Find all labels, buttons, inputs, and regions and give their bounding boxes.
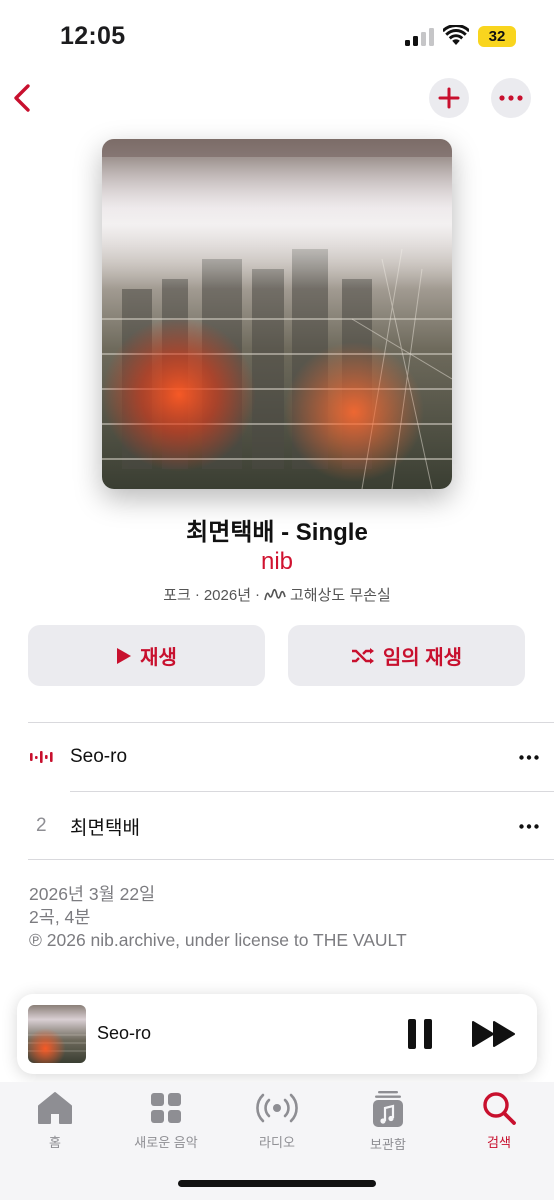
mini-player-artwork (28, 1005, 86, 1063)
track-title: 최면택배 (70, 817, 140, 839)
play-button-label: 재생 (140, 647, 177, 669)
tab-label: 보관함 (370, 1137, 406, 1152)
tab-search[interactable]: 검색 (444, 1090, 554, 1151)
shuffle-button-label: 임의 재생 (382, 647, 463, 669)
home-indicator[interactable] (178, 1180, 376, 1187)
shuffle-button[interactable]: 임의 재생 (288, 625, 525, 686)
search-icon (483, 1092, 516, 1125)
divider (28, 859, 554, 860)
battery-indicator: 32 (478, 26, 516, 47)
meta-separator: · (194, 586, 200, 603)
status-time: 12:05 (60, 22, 126, 50)
track-row[interactable]: 2 최면택배 (28, 792, 554, 860)
ellipsis-icon (519, 823, 539, 829)
track-more-button[interactable] (504, 811, 554, 841)
track-row[interactable]: Seo-ro (28, 723, 554, 791)
album-metadata: 포크 · 2026년 · 고해상도 무손실 (0, 584, 554, 605)
play-button[interactable]: 재생 (28, 625, 265, 686)
ellipsis-icon (519, 754, 539, 760)
next-track-icon[interactable] (471, 1019, 517, 1049)
add-to-library-button[interactable] (429, 78, 469, 118)
now-playing-indicator (28, 750, 70, 764)
tab-label: 검색 (487, 1135, 511, 1150)
track-more-button[interactable] (504, 742, 554, 772)
library-icon (373, 1091, 403, 1127)
tab-label: 라디오 (259, 1135, 295, 1150)
plus-icon (438, 87, 460, 109)
release-date: 2026년 3월 22일 (29, 884, 156, 904)
tab-label: 홈 (49, 1135, 61, 1150)
tab-radio[interactable]: 라디오 (222, 1090, 332, 1151)
status-bar: 12:05 32 (0, 0, 554, 72)
back-chevron-icon[interactable] (8, 78, 38, 118)
track-title: Seo-ro (70, 746, 128, 767)
radio-icon (256, 1093, 298, 1123)
home-icon (38, 1092, 72, 1124)
meta-separator: · (255, 586, 260, 603)
pause-icon[interactable] (405, 1016, 435, 1052)
play-icon (117, 647, 132, 664)
lossless-icon (264, 588, 286, 600)
shuffle-icon (351, 647, 374, 664)
cellular-signal-icon (405, 28, 434, 46)
quality-label: 고해상도 무손실 (290, 587, 391, 604)
equalizer-icon (30, 751, 53, 763)
genre-label: 포크 (163, 587, 191, 604)
ellipsis-icon (499, 95, 523, 101)
tab-library[interactable]: 보관함 (333, 1090, 443, 1153)
grid-icon (151, 1093, 181, 1123)
wifi-icon (443, 25, 469, 45)
tab-new-music[interactable]: 새로운 음악 (111, 1090, 221, 1151)
album-title: 최면택배 - Single (186, 519, 368, 546)
artist-link[interactable]: nib (0, 548, 554, 576)
album-artwork (102, 139, 452, 489)
track-summary: 2곡, 4분 (29, 907, 91, 927)
track-number: 2 (36, 815, 47, 836)
mini-player[interactable]: Seo-ro (17, 994, 537, 1074)
copyright-text: ℗ 2026 nib.archive, under license to THE… (29, 930, 407, 950)
mini-player-title: Seo-ro (97, 1023, 152, 1043)
more-options-button[interactable] (491, 78, 531, 118)
tab-label: 새로운 음악 (134, 1135, 198, 1150)
tab-home[interactable]: 홈 (0, 1090, 110, 1151)
year-label: 2026년 (203, 587, 251, 604)
album-footer-info: 2026년 3월 22일 2곡, 4분 ℗ 2026 nib.archive, … (29, 883, 407, 952)
